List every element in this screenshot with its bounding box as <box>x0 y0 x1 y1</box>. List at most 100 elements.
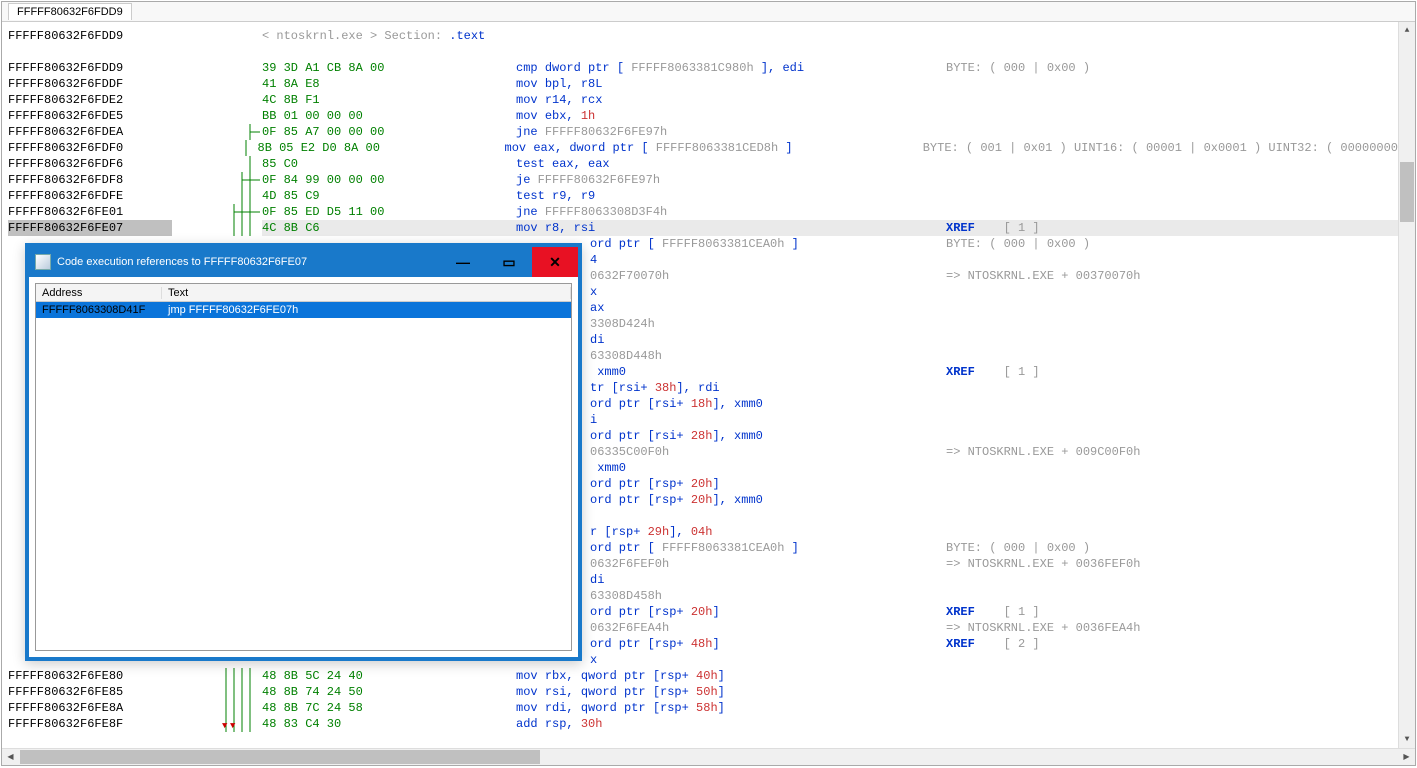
disasm-bytes: 0F 85 A7 00 00 00 <box>262 124 516 140</box>
disasm-address: FFFFF80632F6FE01 <box>8 204 172 220</box>
vertical-scrollbar[interactable]: ▲ ▼ <box>1398 22 1415 748</box>
control-flow-graph <box>172 668 262 684</box>
control-flow-graph <box>172 124 262 140</box>
disasm-comment <box>946 412 1398 428</box>
disasm-comment <box>946 428 1398 444</box>
xref-col-address[interactable]: Address <box>36 287 162 299</box>
scrollbar-thumb[interactable] <box>1400 162 1414 222</box>
disasm-bytes: 0F 85 ED D5 11 00 <box>262 204 516 220</box>
disasm-row[interactable]: FFFFF80632F6FDE2 4C 8B F1mov r14, rcx <box>8 92 1398 108</box>
disasm-bytes: 41 8A E8 <box>262 76 516 92</box>
disasm-row[interactable]: FFFFF80632F6FDDF41 8A E8mov bpl, r8L <box>8 76 1398 92</box>
disasm-row[interactable]: FFFFF80632F6FDEA 0F 85 A7 00 00 00jne FFF… <box>8 124 1398 140</box>
disasm-row[interactable]: FFFFF80632F6FDD939 3D A1 CB 8A 00cmp dwo… <box>8 60 1398 76</box>
tab-address[interactable]: FFFFF80632F6FDD9 <box>8 3 132 20</box>
disasm-instruction: mov ebx, 1h <box>516 108 946 124</box>
disasm-address: FFFFF80632F6FDF8 <box>8 172 172 188</box>
disasm-row[interactable]: FFFFF80632F6FDF08B 05 E2 D0 8A 00mov eax… <box>8 140 1398 156</box>
disasm-comment <box>946 508 1398 524</box>
control-flow-graph <box>172 204 262 220</box>
tab-bar: FFFFF80632F6FDD9 <box>2 2 1415 22</box>
disasm-address: FFFFF80632F6FDF0 <box>8 140 168 156</box>
minimize-button[interactable]: — <box>440 247 486 277</box>
disasm-comment: XREF [ 2 ] <box>946 636 1398 652</box>
disasm-bytes: 48 8B 7C 24 58 <box>262 700 516 716</box>
disasm-comment <box>946 652 1398 668</box>
disasm-bytes: 48 83 C4 30 <box>262 716 516 732</box>
disasm-instruction: jne FFFFF80632F6FE97h <box>516 124 946 140</box>
disasm-address: FFFFF80632F6FE07 <box>8 220 172 236</box>
control-flow-graph <box>172 700 262 716</box>
disasm-row[interactable]: FFFFF80632F6FE8A48 8B 7C 24 58mov rdi, q… <box>8 700 1398 716</box>
disasm-comment <box>946 316 1398 332</box>
disasm-comment <box>946 188 1398 204</box>
disasm-instruction: test r9, r9 <box>516 188 946 204</box>
disasm-instruction <box>516 44 946 60</box>
disasm-row[interactable]: FFFFF80632F6FE074C 8B C6mov r8, rsiXREF … <box>8 220 1398 236</box>
disasm-comment: BYTE: ( 000 | 0x00 ) <box>946 236 1398 252</box>
disasm-row[interactable]: FFFFF80632F6FDE5 BB 01 00 00 00mov ebx, 1… <box>8 108 1398 124</box>
xref-row[interactable]: FFFFF8063308D41F jmp FFFFF80632F6FE07h <box>36 302 571 318</box>
disasm-row[interactable]: FFFFF80632F6FDFE4D 85 C9test r9, r9 <box>8 188 1398 204</box>
disasm-comment <box>946 668 1398 684</box>
control-flow-graph <box>172 92 262 108</box>
disasm-row[interactable]: FFFFF80632F6FDD9< ntoskrnl.exe > Section… <box>8 28 1398 44</box>
disasm-row[interactable]: FFFFF80632F6FDF685 C0test eax, eax <box>8 156 1398 172</box>
xref-window[interactable]: Code execution references to FFFFF80632F… <box>25 243 582 661</box>
disasm-instruction: mov rsi, qword ptr [rsp+ 50h] <box>516 684 946 700</box>
disasm-comment: => NTOSKRNL.EXE + 00370070h <box>946 268 1398 284</box>
close-button[interactable]: ✕ <box>532 247 578 277</box>
disasm-row[interactable] <box>8 44 1398 60</box>
disasm-row[interactable]: FFFFF80632F6FE8048 8B 5C 24 40mov rbx, q… <box>8 668 1398 684</box>
disasm-comment <box>946 396 1398 412</box>
xref-columns-header: Address Text <box>36 284 571 302</box>
disasm-row[interactable]: FFFFF80632F6FDF80F 84 99 00 00 00je FFFF… <box>8 172 1398 188</box>
maximize-button[interactable]: ▭ <box>486 247 532 277</box>
scrollbar-thumb[interactable] <box>20 750 540 764</box>
xref-window-titlebar[interactable]: Code execution references to FFFFF80632F… <box>29 247 578 277</box>
disasm-bytes: 4D 85 C9 <box>262 188 516 204</box>
control-flow-graph <box>168 140 258 156</box>
disasm-row[interactable]: FFFFF80632F6FE8548 8B 74 24 50mov rsi, q… <box>8 684 1398 700</box>
disasm-bytes <box>262 44 516 60</box>
disasm-row[interactable]: FFFFF80632F6FE010F 85 ED D5 11 00jne FFF… <box>8 204 1398 220</box>
disasm-instruction: mov rbx, qword ptr [rsp+ 40h] <box>516 668 946 684</box>
disasm-comment <box>946 156 1398 172</box>
disasm-address: FFFFF80632F6FDD9 <box>8 60 172 76</box>
disasm-address: FFFFF80632F6FE8A <box>8 700 172 716</box>
control-flow-graph <box>172 188 262 204</box>
control-flow-graph <box>172 28 262 44</box>
disasm-comment <box>946 524 1398 540</box>
disasm-bytes: 4C 8B F1 <box>262 92 516 108</box>
control-flow-graph <box>172 220 262 236</box>
disasm-comment <box>946 252 1398 268</box>
disasm-comment <box>946 332 1398 348</box>
disasm-comment: BYTE: ( 001 | 0x01 ) UINT16: ( 00001 | 0… <box>923 140 1398 156</box>
disasm-comment: BYTE: ( 000 | 0x00 ) <box>946 540 1398 556</box>
disasm-comment <box>946 476 1398 492</box>
disasm-address: FFFFF80632F6FDEA <box>8 124 172 140</box>
disasm-address: FFFFF80632F6FDD9 <box>8 28 172 44</box>
disasm-bytes: BB 01 00 00 00 <box>262 108 516 124</box>
app-icon <box>35 254 51 270</box>
disasm-bytes: 48 8B 5C 24 40 <box>262 668 516 684</box>
control-flow-graph <box>172 60 262 76</box>
disasm-comment: XREF [ 1 ] <box>946 220 1398 236</box>
disasm-comment <box>946 204 1398 220</box>
xref-col-text[interactable]: Text <box>162 287 571 299</box>
disasm-comment <box>946 76 1398 92</box>
disasm-address: FFFFF80632F6FDE5 <box>8 108 172 124</box>
disasm-address: FFFFF80632F6FDE2 <box>8 92 172 108</box>
horizontal-scrollbar[interactable]: ◀ ▶ <box>2 748 1415 765</box>
xref-row-text: jmp FFFFF80632F6FE07h <box>162 304 571 316</box>
control-flow-graph <box>172 156 262 172</box>
disasm-comment <box>946 300 1398 316</box>
disasm-row[interactable]: FFFFF80632F6FE8F▼▼48 83 C4 30add rsp, 30… <box>8 716 1398 732</box>
disasm-comment <box>946 380 1398 396</box>
disasm-bytes: 48 8B 74 24 50 <box>262 684 516 700</box>
disasm-comment <box>946 124 1398 140</box>
disasm-instruction: mov r14, rcx <box>516 92 946 108</box>
disasm-comment: XREF [ 1 ] <box>946 364 1398 380</box>
disasm-address: FFFFF80632F6FDDF <box>8 76 172 92</box>
disasm-comment <box>946 572 1398 588</box>
